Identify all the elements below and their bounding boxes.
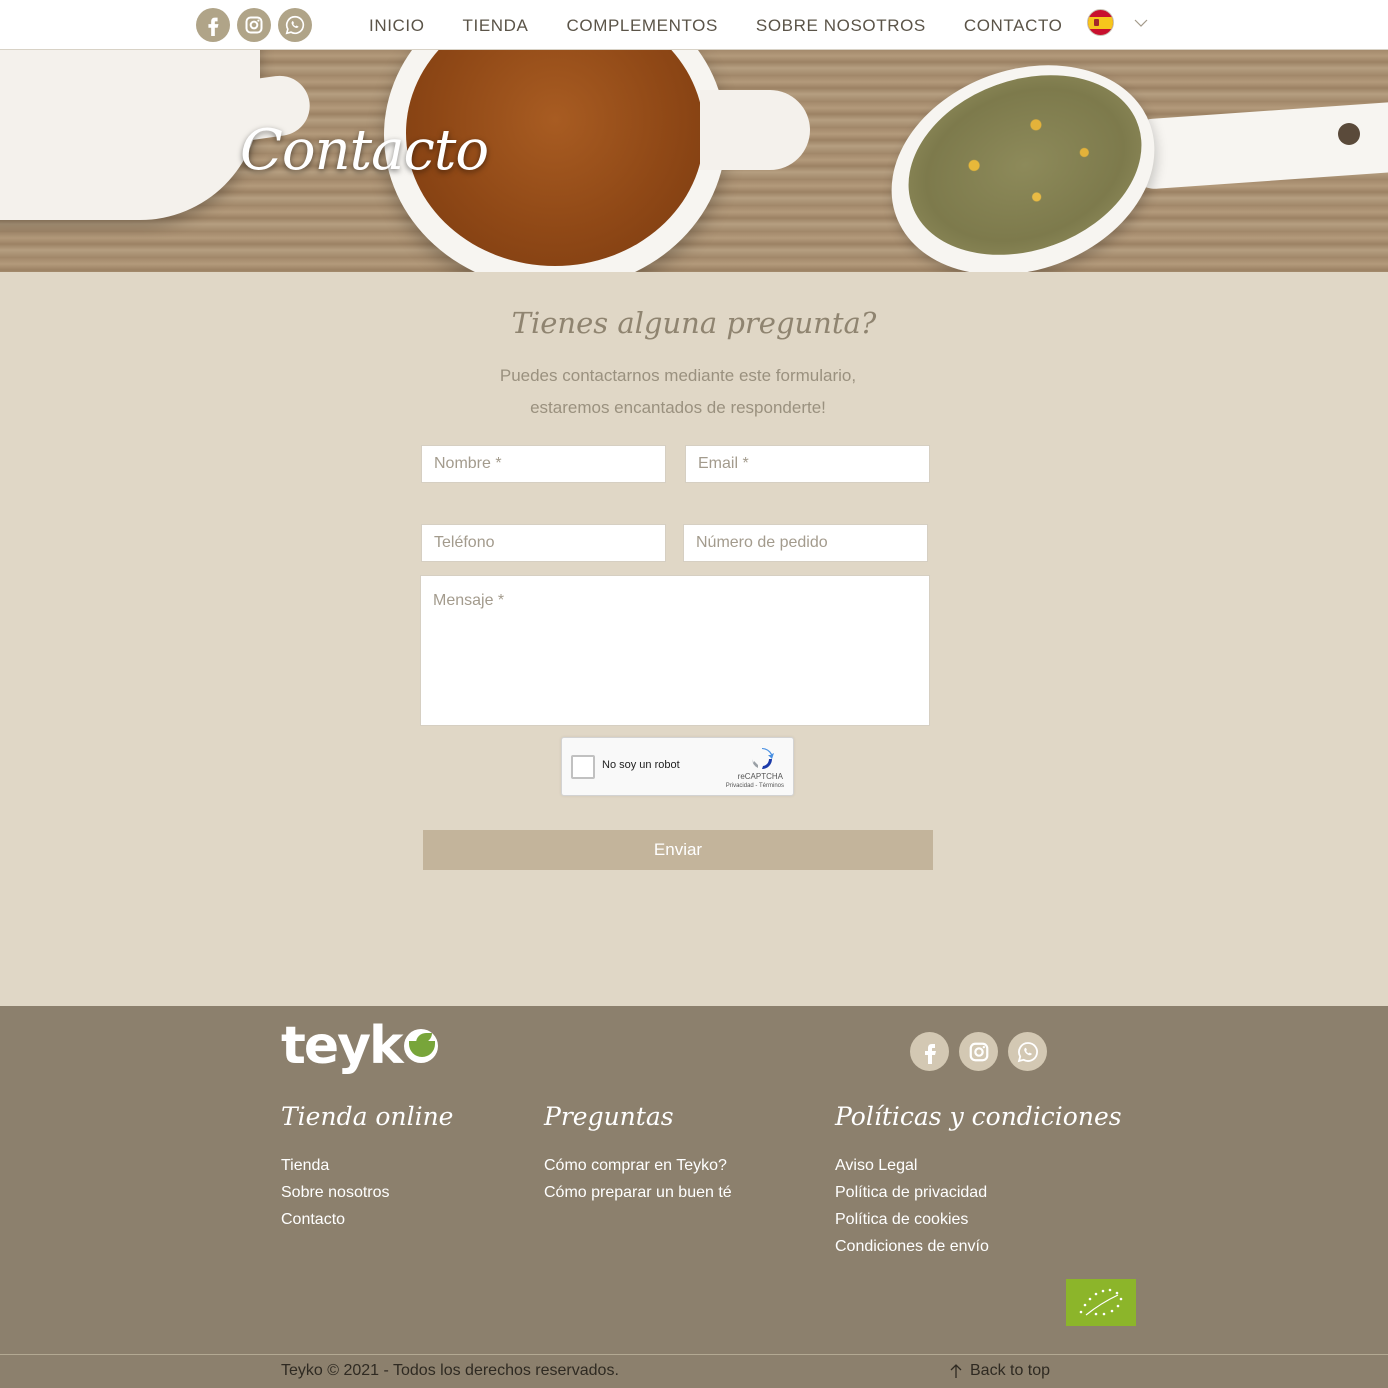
footer-col-title-preguntas: Preguntas bbox=[544, 1102, 674, 1131]
footer-link-como-preparar[interactable]: Cómo preparar un buen té bbox=[544, 1179, 732, 1206]
back-to-top-link[interactable]: Back to top bbox=[950, 1362, 1050, 1380]
footer-divider bbox=[0, 1354, 1388, 1355]
footer-link-sobre-nosotros[interactable]: Sobre nosotros bbox=[281, 1179, 390, 1206]
captcha-checkbox[interactable] bbox=[571, 755, 595, 779]
whatsapp-icon[interactable] bbox=[278, 8, 312, 42]
message-field[interactable]: Mensaje * bbox=[420, 575, 930, 726]
main-nav: INICIO TIENDA COMPLEMENTOS SOBRE NOSOTRO… bbox=[369, 16, 1100, 36]
footer-link-tienda[interactable]: Tienda bbox=[281, 1152, 390, 1179]
form-subtitle: Puedes contactarnos mediante este formul… bbox=[499, 366, 857, 417]
captcha-brand: reCAPTCHA bbox=[737, 772, 783, 781]
footer-link-contacto[interactable]: Contacto bbox=[281, 1206, 390, 1233]
footer-link-envio[interactable]: Condiciones de envío bbox=[835, 1233, 989, 1260]
footer-link-aviso-legal[interactable]: Aviso Legal bbox=[835, 1152, 989, 1179]
nav-complementos[interactable]: COMPLEMENTOS bbox=[567, 16, 718, 36]
whatsapp-icon[interactable] bbox=[1008, 1032, 1047, 1071]
hero-banner bbox=[0, 50, 1388, 272]
captcha-label: No soy un robot bbox=[602, 759, 680, 771]
language-selector[interactable] bbox=[1087, 9, 1148, 36]
page-title: Contacto bbox=[240, 118, 489, 183]
form-heading: Tienes alguna pregunta? bbox=[511, 306, 877, 340]
instagram-icon[interactable] bbox=[959, 1032, 998, 1071]
footer-link-cookies[interactable]: Política de cookies bbox=[835, 1206, 989, 1233]
phone-field[interactable]: Teléfono bbox=[421, 524, 666, 562]
nav-sobre-nosotros[interactable]: SOBRE NOSOTROS bbox=[756, 16, 926, 36]
facebook-icon[interactable] bbox=[196, 8, 230, 42]
captcha-terms: Privacidad - Términos bbox=[725, 783, 784, 789]
eu-organic-logo-icon bbox=[1066, 1279, 1136, 1326]
header-social-links bbox=[196, 8, 312, 42]
facebook-icon[interactable] bbox=[910, 1032, 949, 1071]
leaf-logo-icon bbox=[403, 1029, 438, 1063]
nav-inicio[interactable]: INICIO bbox=[369, 16, 425, 36]
footer-col-tienda: Tienda Sobre nosotros Contacto bbox=[281, 1152, 390, 1233]
footer-col-title-politicas: Políticas y condiciones bbox=[835, 1102, 1122, 1131]
footer-col-preguntas: Cómo comprar en Teyko? Cómo preparar un … bbox=[544, 1152, 732, 1206]
recaptcha-icon bbox=[752, 747, 774, 769]
site-header: INICIO TIENDA COMPLEMENTOS SOBRE NOSOTRO… bbox=[0, 0, 1388, 50]
instagram-icon[interactable] bbox=[237, 8, 271, 42]
footer-link-como-comprar[interactable]: Cómo comprar en Teyko? bbox=[544, 1152, 732, 1179]
footer-logo[interactable]: teyk bbox=[281, 1016, 438, 1076]
footer-col-politicas: Aviso Legal Política de privacidad Polít… bbox=[835, 1152, 989, 1260]
order-number-field[interactable]: Número de pedido bbox=[683, 524, 928, 562]
submit-button[interactable]: Enviar bbox=[423, 830, 933, 870]
nav-tienda[interactable]: TIENDA bbox=[463, 16, 529, 36]
recaptcha-widget: No soy un robot reCAPTCHA Privacidad - T… bbox=[561, 737, 794, 796]
footer-link-privacidad[interactable]: Política de privacidad bbox=[835, 1179, 989, 1206]
spain-flag-icon bbox=[1087, 9, 1114, 36]
copyright-text: Teyko © 2021 - Todos los derechos reserv… bbox=[281, 1362, 619, 1379]
arrow-up-icon bbox=[950, 1364, 962, 1378]
email-field[interactable]: Email * bbox=[685, 445, 930, 483]
chevron-down-icon bbox=[1134, 19, 1148, 27]
footer-social-links bbox=[910, 1032, 1047, 1071]
footer-col-title-tienda: Tienda online bbox=[281, 1102, 454, 1131]
name-field[interactable]: Nombre * bbox=[421, 445, 666, 483]
nav-contacto[interactable]: CONTACTO bbox=[964, 16, 1063, 36]
